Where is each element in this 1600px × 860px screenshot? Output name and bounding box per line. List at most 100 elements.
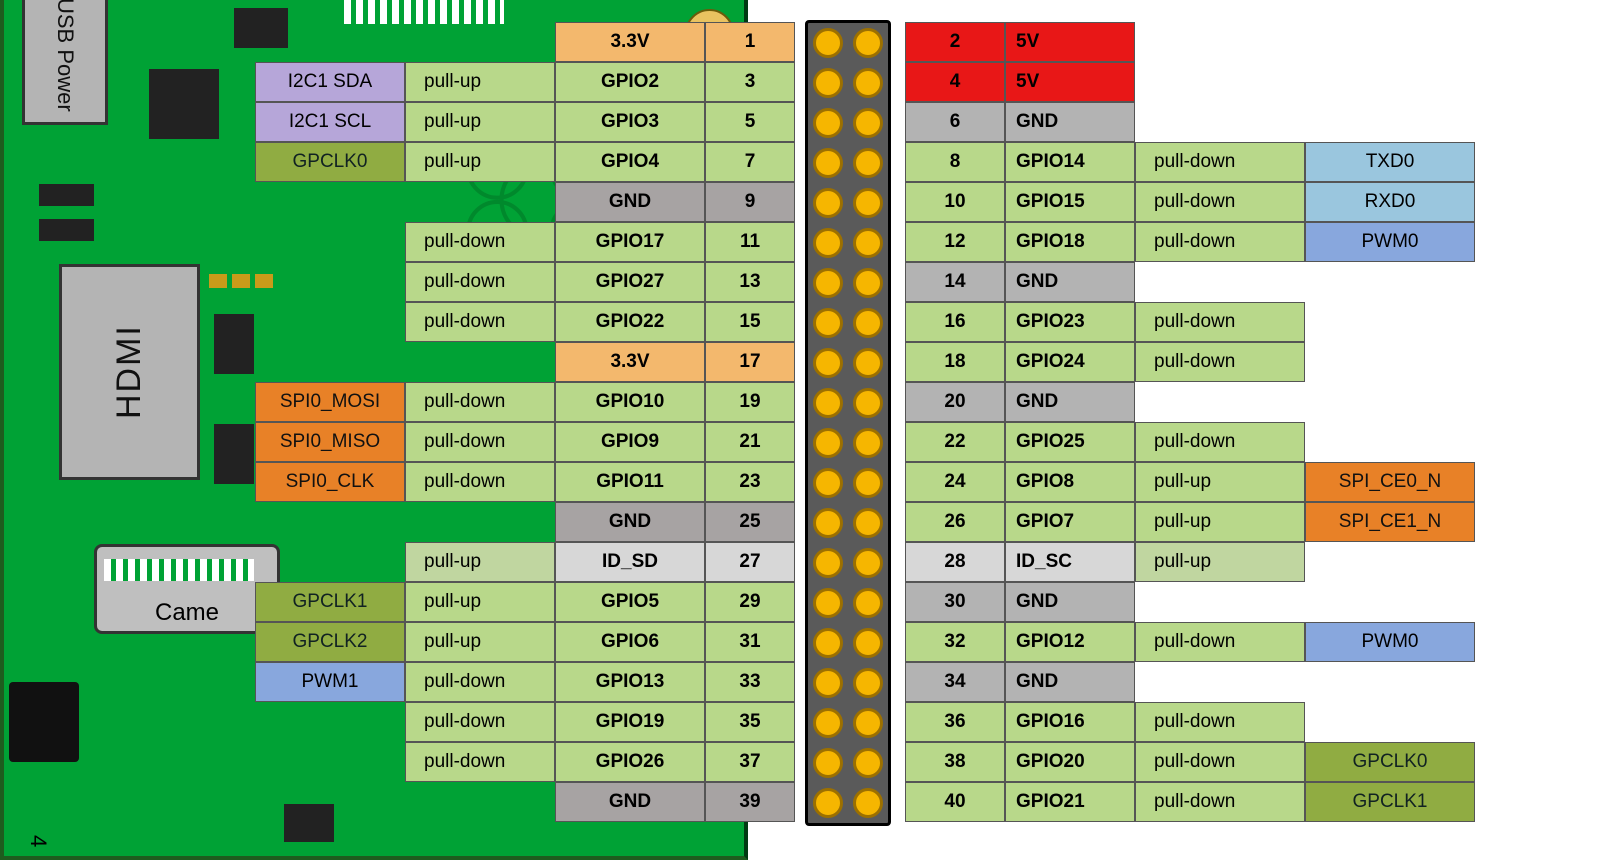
gpio-name: GPIO17 xyxy=(555,222,705,262)
pin-row: GPCLK2pull-upGPIO63132GPIO12pull-downPWM… xyxy=(0,622,1600,662)
connector-pins xyxy=(344,0,504,24)
pin-row: SPI0_CLKpull-downGPIO112324GPIO8pull-upS… xyxy=(0,462,1600,502)
pull-state: pull-up xyxy=(405,622,555,662)
pull-state: pull-up xyxy=(405,102,555,142)
pin-number: 24 xyxy=(905,462,1005,502)
pin-number: 17 xyxy=(705,342,795,382)
gpio-name: GPIO15 xyxy=(1005,182,1135,222)
alt-function: I2C1 SDA xyxy=(255,62,405,102)
pin-row: GPCLK1pull-upGPIO52930GND xyxy=(0,582,1600,622)
gpio-name: GPIO19 xyxy=(555,702,705,742)
pin-number: 26 xyxy=(905,502,1005,542)
pin-number: 9 xyxy=(705,182,795,222)
alt-function: GPCLK1 xyxy=(255,582,405,622)
pin-number: 23 xyxy=(705,462,795,502)
pin-number: 13 xyxy=(705,262,795,302)
gpio-name: GPIO12 xyxy=(1005,622,1135,662)
pin-number: 7 xyxy=(705,142,795,182)
alt-function: SPI_CE0_N xyxy=(1305,462,1475,502)
pull-state: pull-down xyxy=(1135,222,1305,262)
alt-function: GPCLK2 xyxy=(255,622,405,662)
pin-number: 36 xyxy=(905,702,1005,742)
gpio-name: GPIO14 xyxy=(1005,142,1135,182)
pull-state: pull-up xyxy=(1135,502,1305,542)
gpio-name: GND xyxy=(1005,102,1135,142)
alt-function: GPCLK0 xyxy=(255,142,405,182)
pull-state: pull-down xyxy=(1135,742,1305,782)
alt-function: SPI_CE1_N xyxy=(1305,502,1475,542)
alt-function: PWM0 xyxy=(1305,222,1475,262)
gpio-name: GPIO21 xyxy=(1005,782,1135,822)
pin-number: 18 xyxy=(905,342,1005,382)
pull-state: pull-down xyxy=(1135,782,1305,822)
pin-row: SPI0_MOSIpull-downGPIO101920GND xyxy=(0,382,1600,422)
pull-state: pull-down xyxy=(405,462,555,502)
gpio-name: GPIO8 xyxy=(1005,462,1135,502)
pin-number: 34 xyxy=(905,662,1005,702)
pin-row: 3.3V125V xyxy=(0,22,1600,62)
pin-number: 39 xyxy=(705,782,795,822)
pin-number: 37 xyxy=(705,742,795,782)
pin-number: 29 xyxy=(705,582,795,622)
pin-row: PWM1pull-downGPIO133334GND xyxy=(0,662,1600,702)
pin-number: 38 xyxy=(905,742,1005,782)
gpio-name: ID_SC xyxy=(1005,542,1135,582)
pin-row: pull-downGPIO221516GPIO23pull-down xyxy=(0,302,1600,342)
pull-state: pull-down xyxy=(1135,702,1305,742)
pull-state: pull-up xyxy=(405,142,555,182)
gpio-name: GPIO23 xyxy=(1005,302,1135,342)
alt-function: GPCLK0 xyxy=(1305,742,1475,782)
pin-number: 8 xyxy=(905,142,1005,182)
gpio-name: GPIO20 xyxy=(1005,742,1135,782)
gpio-pinout-diagram: USB Power HDMI Came 3.3V125VI2C1 SDA xyxy=(0,0,1600,852)
gpio-name: GND xyxy=(1005,382,1135,422)
alt-function: PWM0 xyxy=(1305,622,1475,662)
pin-row: 3.3V17 18GPIO24pull-down xyxy=(0,342,1600,382)
gpio-name: GND xyxy=(555,782,705,822)
alt-function: SPI0_MISO xyxy=(255,422,405,462)
pin-number: 5 xyxy=(705,102,795,142)
pin-number: 6 xyxy=(905,102,1005,142)
pin-number: 1 xyxy=(705,22,795,62)
gpio-name: GND xyxy=(555,182,705,222)
gpio-name: GPIO6 xyxy=(555,622,705,662)
pull-state: pull-down xyxy=(405,262,555,302)
pin-number: 30 xyxy=(905,582,1005,622)
page-corner-number: 4 xyxy=(25,835,51,847)
pull-state: pull-down xyxy=(405,382,555,422)
pin-number: 10 xyxy=(905,182,1005,222)
pin-number: 16 xyxy=(905,302,1005,342)
pin-row: pull-downGPIO193536GPIO16pull-down xyxy=(0,702,1600,742)
pull-state: pull-down xyxy=(1135,422,1305,462)
gpio-name: 3.3V xyxy=(555,342,705,382)
pin-row: pull-downGPIO171112GPIO18pull-downPWM0 xyxy=(0,222,1600,262)
pin-row: pull-downGPIO263738GPIO20pull-downGPCLK0 xyxy=(0,742,1600,782)
pull-state: pull-down xyxy=(405,662,555,702)
pin-number: 11 xyxy=(705,222,795,262)
pin-number: 3 xyxy=(705,62,795,102)
pin-number: 40 xyxy=(905,782,1005,822)
pin-number: 22 xyxy=(905,422,1005,462)
alt-function: GPCLK1 xyxy=(1305,782,1475,822)
gpio-name: GND xyxy=(1005,662,1135,702)
gpio-name: GPIO16 xyxy=(1005,702,1135,742)
pin-row: SPI0_MISOpull-downGPIO92122GPIO25pull-do… xyxy=(0,422,1600,462)
gpio-name: GPIO11 xyxy=(555,462,705,502)
gpio-name: GPIO22 xyxy=(555,302,705,342)
pin-row: pull-downGPIO271314GND xyxy=(0,262,1600,302)
pull-state: pull-down xyxy=(1135,622,1305,662)
pull-state: pull-down xyxy=(1135,182,1305,222)
pin-number: 14 xyxy=(905,262,1005,302)
gpio-name: 5V xyxy=(1005,22,1135,62)
pull-state: pull-down xyxy=(1135,342,1305,382)
gpio-name: GPIO24 xyxy=(1005,342,1135,382)
pin-number: 21 xyxy=(705,422,795,462)
pull-state: pull-up xyxy=(405,62,555,102)
gpio-name: GPIO9 xyxy=(555,422,705,462)
pull-state: pull-down xyxy=(405,742,555,782)
gpio-name: GPIO27 xyxy=(555,262,705,302)
gpio-name: ID_SD xyxy=(555,542,705,582)
gpio-name: GPIO4 xyxy=(555,142,705,182)
pull-state: pull-down xyxy=(405,302,555,342)
pull-state: pull-down xyxy=(405,422,555,462)
